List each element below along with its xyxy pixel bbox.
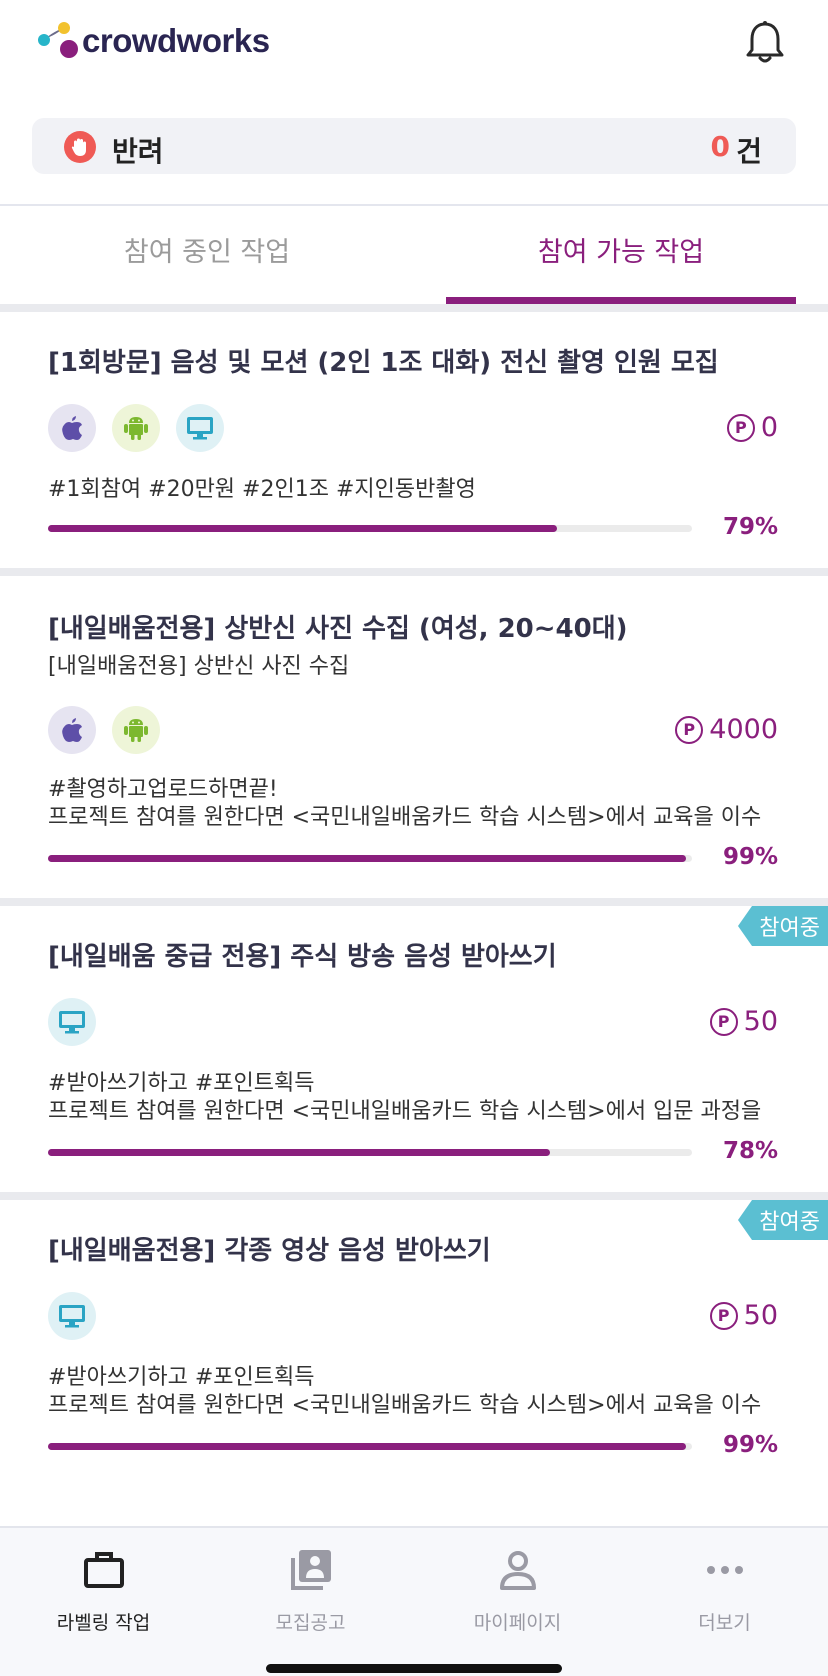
reject-count: 0 — [710, 130, 730, 163]
progress-percent: 99% — [722, 1432, 778, 1458]
progress-percent: 78% — [722, 1138, 778, 1164]
task-description: 프로젝트 참여를 원한다면 <국민내일배움카드 학습 시스템>에서 입문 과정을 — [48, 1099, 762, 1124]
points-value: 4000 — [709, 714, 778, 745]
desktop-icon — [176, 404, 224, 452]
tab-ongoing-tasks[interactable]: 참여 중인 작업 — [0, 230, 414, 280]
task-tags: #받아쓰기하고 #포인트획득 — [48, 1071, 315, 1096]
home-indicator — [266, 1664, 562, 1673]
task-title: [내일배움전용] 각종 영상 음성 받아쓰기 — [48, 1236, 491, 1266]
apple-icon — [48, 706, 96, 754]
platform-icons — [48, 706, 160, 754]
crowdworks-logo-icon — [38, 20, 80, 62]
task-card[interactable]: [내일배움전용] 상반신 사진 수집 (여성, 20~40대) [내일배움전용]… — [0, 576, 828, 900]
progress-fill — [48, 855, 686, 862]
progress-percent: 99% — [722, 844, 778, 870]
nav-mypage[interactable]: 마이페이지 — [414, 1538, 621, 1635]
android-icon — [112, 706, 160, 754]
task-title: [1회방문] 음성 및 모션 (2인 1조 대화) 전신 촬영 인원 모집 — [48, 348, 719, 378]
progress-bar — [48, 1443, 692, 1450]
desktop-icon — [48, 1292, 96, 1340]
nav-more[interactable]: 더보기 — [621, 1538, 828, 1635]
task-title: [내일배움 중급 전용] 주식 방송 음성 받아쓰기 — [48, 942, 557, 972]
person-icon — [499, 1551, 536, 1590]
progress-bar — [48, 1149, 692, 1156]
participating-badge: 참여중 — [738, 906, 828, 946]
hand-stop-icon — [64, 131, 96, 163]
divider — [0, 204, 828, 206]
reward-points: P 4000 — [675, 714, 778, 745]
nav-label: 라벨링 작업 — [56, 1612, 151, 1634]
task-subtitle: [내일배움전용] 상반신 사진 수집 — [48, 654, 350, 679]
participating-badge: 참여중 — [738, 1200, 828, 1240]
reward-points: P 50 — [709, 1006, 778, 1037]
logo-text: crowdworks — [82, 22, 270, 59]
task-card[interactable]: [1회방문] 음성 및 모션 (2인 1조 대화) 전신 촬영 인원 모집 P … — [0, 312, 828, 572]
apple-icon — [48, 404, 96, 452]
nav-label: 모집공고 — [275, 1612, 346, 1634]
reward-points: P 0 — [726, 412, 778, 443]
points-value: 50 — [743, 1006, 778, 1037]
point-coin-icon: P — [726, 413, 755, 442]
task-tags: #촬영하고업로드하면끝! — [48, 777, 278, 802]
task-title: [내일배움전용] 상반신 사진 수집 (여성, 20~40대) — [48, 614, 628, 644]
reward-points: P 50 — [709, 1300, 778, 1331]
tab-available-tasks[interactable]: 참여 가능 작업 — [414, 230, 828, 280]
task-tags: #받아쓰기하고 #포인트획득 — [48, 1365, 315, 1390]
task-card[interactable]: 참여중 [내일배움 중급 전용] 주식 방송 음성 받아쓰기 P 50 #받아쓰… — [0, 906, 828, 1192]
nav-label: 마이페이지 — [473, 1612, 562, 1634]
platform-icons — [48, 998, 96, 1046]
app-screen: crowdworks 반려 0 건 참여 중인 작업 참여 가능 작업 [1회방… — [0, 0, 828, 1676]
briefcase-icon — [83, 1552, 124, 1588]
progress-bar — [48, 855, 692, 862]
more-dots-icon — [706, 1566, 743, 1574]
nav-recruitment[interactable]: 모집공고 — [207, 1538, 414, 1635]
points-value: 0 — [760, 412, 778, 443]
task-description: 프로젝트 참여를 원한다면 <국민내일배움카드 학습 시스템>에서 교육을 이수 — [48, 1393, 762, 1418]
points-value: 50 — [743, 1300, 778, 1331]
section-divider — [0, 1192, 828, 1200]
nav-label: 더보기 — [698, 1612, 751, 1634]
notice-board-icon — [290, 1550, 331, 1590]
active-tab-indicator — [446, 297, 796, 304]
nav-labeling-tasks[interactable]: 라벨링 작업 — [0, 1538, 207, 1635]
progress-percent: 79% — [722, 514, 778, 540]
section-divider — [0, 304, 828, 312]
progress-fill — [48, 1443, 686, 1450]
task-tags: #1회참여 #20만원 #2인1조 #지인동반촬영 — [48, 477, 476, 502]
task-card[interactable]: 참여중 [내일배움전용] 각종 영상 음성 받아쓰기 P 50 #받아쓰기하고 … — [0, 1200, 828, 1486]
section-divider — [0, 568, 828, 576]
reject-unit: 건 — [736, 135, 762, 168]
point-coin-icon: P — [675, 715, 704, 744]
section-divider — [0, 898, 828, 906]
android-icon — [112, 404, 160, 452]
task-description: 프로젝트 참여를 원한다면 <국민내일배움카드 학습 시스템>에서 교육을 이수 — [48, 805, 762, 830]
bell-icon[interactable] — [744, 20, 786, 66]
point-coin-icon: P — [709, 1301, 738, 1330]
app-logo[interactable]: crowdworks — [38, 20, 270, 62]
bottom-navigation: 라벨링 작업 모집공고 마이페이지 더보기 — [0, 1526, 828, 1676]
platform-icons — [48, 1292, 96, 1340]
platform-icons — [48, 404, 224, 452]
desktop-icon — [48, 998, 96, 1046]
point-coin-icon: P — [709, 1007, 738, 1036]
progress-fill — [48, 1149, 551, 1156]
progress-bar — [48, 525, 692, 532]
reject-label: 반려 — [112, 135, 164, 168]
header: crowdworks — [0, 0, 828, 100]
progress-fill — [48, 525, 557, 532]
reject-summary[interactable]: 반려 0 건 — [32, 118, 796, 174]
